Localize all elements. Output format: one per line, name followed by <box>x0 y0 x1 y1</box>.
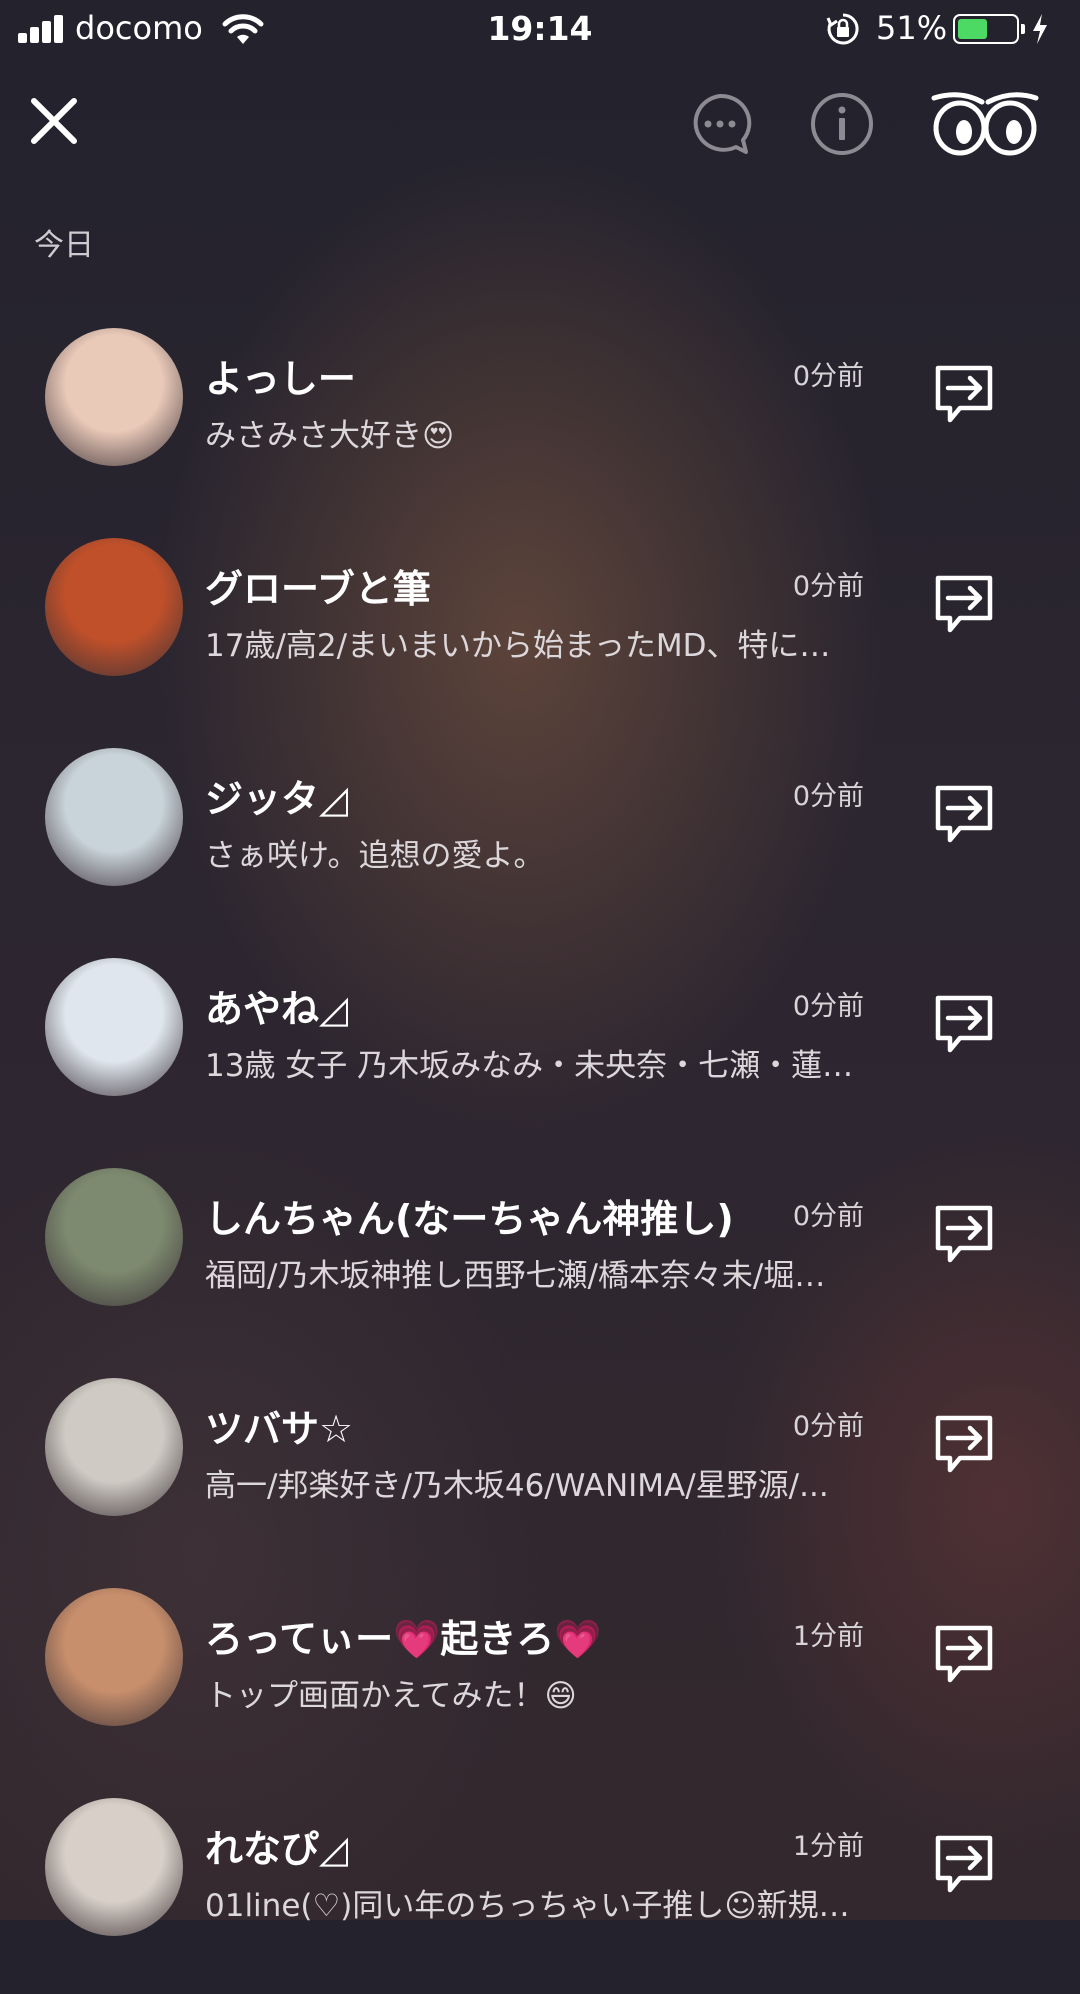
friend-name: ろってぃー💗起きろ💗 <box>205 1617 602 1661</box>
list-item[interactable]: あやね◿ 0分前 13歳 女子 乃木坂みなみ・未央奈・七瀬・蓮… <box>0 948 1080 1154</box>
friend-name: しんちゃん(なーちゃん神推し) <box>205 1197 734 1241</box>
section-label-today: 今日 <box>34 228 94 263</box>
timestamp: 0分前 <box>792 1411 864 1442</box>
eyes-icon[interactable] <box>930 92 1040 156</box>
avatar[interactable] <box>45 958 183 1096</box>
list-item[interactable]: ろってぃー💗起きろ💗 1分前 トップ画面かえてみた！😄 <box>0 1578 1080 1784</box>
avatar[interactable] <box>45 1168 183 1306</box>
timestamp: 1分前 <box>792 1621 864 1652</box>
timestamp: 0分前 <box>792 1201 864 1232</box>
status-bar: docomo 19:14 51% <box>0 0 1080 60</box>
timestamp: 0分前 <box>792 571 864 602</box>
share-icon[interactable] <box>930 992 998 1056</box>
share-icon[interactable] <box>930 1412 998 1476</box>
list-item[interactable]: ツバサ☆ 0分前 高一/邦楽好き/乃木坂46/WANIMA/星野源/... <box>0 1368 1080 1574</box>
timestamp: 1分前 <box>792 1831 864 1862</box>
avatar[interactable] <box>45 1588 183 1726</box>
share-icon[interactable] <box>930 1622 998 1686</box>
list-item[interactable]: ジッタ◿ 0分前 さぁ咲け。追想の愛よ。 <box>0 738 1080 944</box>
friend-name: グローブと筆 <box>205 567 431 611</box>
status-message: さぁ咲け。追想の愛よ。 <box>205 838 545 874</box>
avatar[interactable] <box>45 1378 183 1516</box>
status-message: 13歳 女子 乃木坂みなみ・未央奈・七瀬・蓮… <box>205 1048 854 1084</box>
status-message: トップ画面かえてみた！😄 <box>205 1678 577 1714</box>
status-message: 高一/邦楽好き/乃木坂46/WANIMA/星野源/... <box>205 1468 829 1504</box>
timestamp: 0分前 <box>792 991 864 1022</box>
share-icon[interactable] <box>930 362 998 426</box>
friend-name: ツバサ☆ <box>205 1407 354 1451</box>
avatar[interactable] <box>45 1798 183 1936</box>
battery-icon <box>953 14 1025 44</box>
friend-name: あやね◿ <box>205 987 349 1031</box>
friend-name: よっしー <box>205 357 356 401</box>
list-item[interactable]: グローブと筆 0分前 17歳/高2/まいまいから始まったMD、特に… <box>0 528 1080 734</box>
timestamp: 0分前 <box>792 361 864 392</box>
status-message: 福岡/乃木坂神推し西野七瀬/橋本奈々未/堀… <box>205 1258 826 1294</box>
list-item[interactable]: れなぴ◿ 1分前 01line(♡)同い年のちっちゃい子推し☺新規… <box>0 1788 1080 1994</box>
share-icon[interactable] <box>930 572 998 636</box>
share-icon[interactable] <box>930 1202 998 1266</box>
charging-bolt-icon <box>1033 14 1047 44</box>
chat-bubble-icon[interactable] <box>686 90 754 158</box>
status-message: みさみさ大好き😍 <box>205 418 455 454</box>
rotation-lock-icon <box>826 13 859 45</box>
status-message: 17歳/高2/まいまいから始まったMD、特に… <box>205 628 831 664</box>
avatar[interactable] <box>45 538 183 676</box>
list-item[interactable]: しんちゃん(なーちゃん神推し) 0分前 福岡/乃木坂神推し西野七瀬/橋本奈々未/… <box>0 1158 1080 1364</box>
battery-percent: 51% <box>876 9 948 47</box>
close-icon[interactable] <box>28 95 80 147</box>
avatar[interactable] <box>45 328 183 466</box>
friend-name: ジッタ◿ <box>205 777 349 821</box>
friend-name: れなぴ◿ <box>205 1827 349 1871</box>
avatar[interactable] <box>45 748 183 886</box>
info-icon[interactable] <box>808 90 876 158</box>
share-icon[interactable] <box>930 1832 998 1896</box>
timestamp: 0分前 <box>792 781 864 812</box>
status-message: 01line(♡)同い年のちっちゃい子推し☺新規… <box>205 1888 850 1924</box>
share-icon[interactable] <box>930 782 998 846</box>
list-item[interactable]: よっしー 0分前 みさみさ大好き😍 <box>0 318 1080 524</box>
